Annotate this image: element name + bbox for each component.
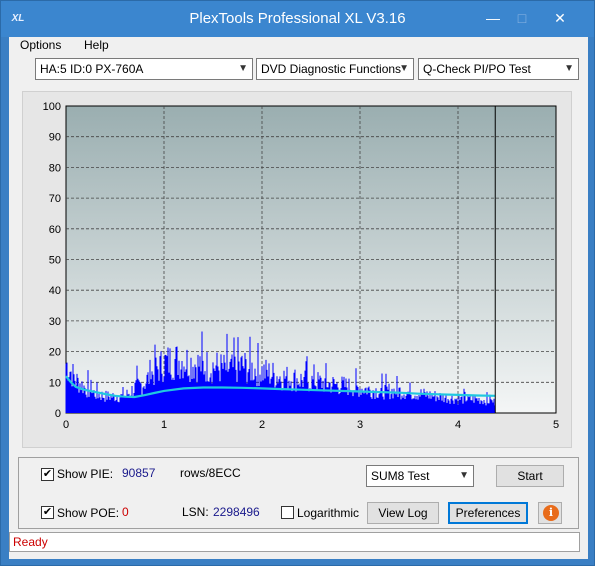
chart-panel: 0 10 20 30 40 50 60 70 80 90 100 0 1 2 3 4 5 xyxy=(22,91,572,448)
status-text: Ready xyxy=(13,535,48,549)
y-tick-label: 90 xyxy=(49,132,61,144)
drive-select[interactable]: HA:5 ID:0 PX-760A ▼ xyxy=(35,58,253,80)
x-tick-label: 1 xyxy=(161,419,167,431)
chevron-down-icon: ▼ xyxy=(459,470,469,481)
show-pie-label: Show PIE: xyxy=(57,467,114,481)
y-tick-label: 100 xyxy=(43,101,61,113)
y-tick-label: 0 xyxy=(55,408,61,420)
function-select[interactable]: DVD Diagnostic Functions ▼ xyxy=(256,58,414,80)
test-select-value: Q-Check PI/PO Test xyxy=(423,62,531,76)
close-button[interactable]: ✕ xyxy=(540,9,580,27)
pie-unit: rows/8ECC xyxy=(180,466,241,480)
x-tick-label: 0 xyxy=(63,419,69,431)
maximize-button[interactable]: □ xyxy=(509,9,535,27)
poe-value: 0 xyxy=(122,505,129,519)
lsn-value: 2298496 xyxy=(213,505,260,519)
y-tick-label: 50 xyxy=(49,255,61,267)
pie-chart: 0 10 20 30 40 50 60 70 80 90 100 0 1 2 3 4 5 xyxy=(43,101,559,431)
menu-help[interactable]: Help xyxy=(84,38,109,52)
minimize-button[interactable]: — xyxy=(480,9,506,27)
logarithmic-checkbox[interactable] xyxy=(281,506,294,519)
title-bar[interactable]: XL PlexTools Professional XL V3.16 — □ ✕ xyxy=(1,1,594,37)
show-pie-checkbox[interactable]: ✔ xyxy=(41,468,54,481)
function-select-value: DVD Diagnostic Functions xyxy=(261,62,402,76)
y-tick-label: 20 xyxy=(49,347,61,359)
app-window: XL PlexTools Professional XL V3.16 — □ ✕… xyxy=(0,0,595,566)
show-poe-checkbox[interactable]: ✔ xyxy=(41,506,54,519)
chevron-down-icon: ▼ xyxy=(238,63,248,74)
check-icon: ✔ xyxy=(42,506,53,518)
x-tick-label: 3 xyxy=(357,419,363,431)
drive-select-value: HA:5 ID:0 PX-760A xyxy=(40,62,144,76)
check-icon: ✔ xyxy=(42,468,53,480)
client-area: Options Help HA:5 ID:0 PX-760A ▼ DVD Dia… xyxy=(9,37,588,559)
show-poe-label: Show POE: xyxy=(57,506,120,520)
info-icon: i xyxy=(543,505,559,521)
sum-test-select-value: SUM8 Test xyxy=(371,469,430,483)
x-tick-label: 5 xyxy=(553,419,559,431)
y-tick-label: 40 xyxy=(49,285,61,297)
menu-options[interactable]: Options xyxy=(20,38,61,52)
chevron-down-icon: ▼ xyxy=(564,63,574,74)
y-tick-label: 80 xyxy=(49,162,61,174)
menu-bar: Options Help xyxy=(9,37,588,55)
lsn-label: LSN: xyxy=(182,505,209,519)
controls-panel: ✔ Show PIE: 90857 rows/8ECC SUM8 Test ▼ … xyxy=(18,457,579,529)
sum-test-select[interactable]: SUM8 Test ▼ xyxy=(366,465,474,487)
y-tick-label: 70 xyxy=(49,193,61,205)
y-tick-label: 30 xyxy=(49,316,61,328)
y-tick-label: 60 xyxy=(49,224,61,236)
logarithmic-label: Logarithmic xyxy=(297,506,360,520)
chevron-down-icon: ▼ xyxy=(399,63,409,74)
test-select[interactable]: Q-Check PI/PO Test ▼ xyxy=(418,58,579,80)
x-tick-label: 4 xyxy=(455,419,461,431)
start-button[interactable]: Start xyxy=(496,465,564,487)
info-button[interactable]: i xyxy=(538,502,562,524)
preferences-button[interactable]: Preferences xyxy=(448,502,528,524)
pie-value: 90857 xyxy=(122,466,156,480)
x-tick-label: 2 xyxy=(259,419,265,431)
status-bar: Ready xyxy=(9,532,580,552)
view-log-button[interactable]: View Log xyxy=(367,502,439,524)
y-tick-label: 10 xyxy=(49,377,61,389)
